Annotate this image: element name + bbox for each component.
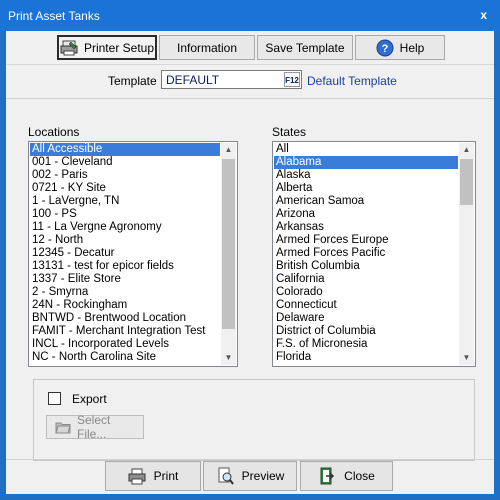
close-label: Close — [344, 469, 375, 483]
printer-setup-label: Printer Setup — [83, 40, 155, 55]
list-item[interactable]: California — [274, 273, 458, 286]
help-label: Help — [399, 40, 425, 55]
locations-scrollbar[interactable]: ▲ ▼ — [221, 143, 236, 365]
list-item[interactable]: Armed Forces Pacific — [274, 247, 458, 260]
exit-icon — [320, 467, 335, 485]
locations-scroll-thumb[interactable] — [222, 159, 235, 329]
locations-label: Locations — [28, 125, 80, 139]
svg-text:?: ? — [381, 43, 388, 55]
export-checkbox[interactable] — [48, 392, 61, 405]
list-item[interactable]: 100 - PS — [30, 208, 220, 221]
list-item[interactable]: INCL - Incorporated Levels — [30, 338, 220, 351]
list-item[interactable]: American Samoa — [274, 195, 458, 208]
list-item[interactable]: Alabama — [274, 156, 458, 169]
list-item[interactable]: 0721 - KY Site — [30, 182, 220, 195]
close-window-button[interactable]: x — [480, 8, 487, 22]
save-template-label: Save Template — [265, 40, 345, 55]
printer-setup-button[interactable]: Printer Setup — [57, 35, 157, 60]
list-item[interactable]: 2 - Smyrna — [30, 286, 220, 299]
preview-button[interactable]: Preview — [203, 461, 297, 491]
help-icon: ? — [376, 39, 394, 56]
list-item[interactable]: Alaska — [274, 169, 458, 182]
help-button[interactable]: ? Help — [355, 35, 445, 60]
template-field[interactable]: DEFAULT F12 — [161, 70, 302, 89]
select-file-label: Select File... — [77, 413, 111, 441]
select-file-button[interactable]: Select File... — [46, 413, 144, 441]
list-item[interactable]: Arkansas — [274, 221, 458, 234]
states-label: States — [272, 125, 307, 139]
export-label: Export — [72, 392, 107, 406]
list-item[interactable]: Florida — [274, 351, 458, 364]
locations-listbox[interactable]: All Accessible 001 - Cleveland 002 - Paris… — [28, 141, 238, 367]
dialog-body: Printer Setup Information Save Template … — [6, 31, 494, 494]
print-asset-tanks-window: Print Asset Tanks x Printer Setup Inform… — [0, 0, 500, 500]
list-item[interactable]: Armed Forces Europe — [274, 234, 458, 247]
f12-lookup-button[interactable]: F12 — [284, 72, 300, 87]
list-item[interactable]: NC - North Carolina Site — [30, 351, 220, 364]
preview-icon — [218, 467, 234, 485]
template-value: DEFAULT — [166, 73, 220, 87]
print-button[interactable]: Print — [105, 461, 201, 491]
list-item[interactable]: Connecticut — [274, 299, 458, 312]
list-item[interactable]: 11 - La Vergne Agronomy — [30, 221, 220, 234]
list-item[interactable]: F.S. of Micronesia — [274, 338, 458, 351]
list-item[interactable]: Colorado — [274, 286, 458, 299]
list-item[interactable]: 24N - Rockingham — [30, 299, 220, 312]
close-button[interactable]: Close — [300, 461, 393, 491]
list-item[interactable]: 12 - North — [30, 234, 220, 247]
states-scrollbar[interactable]: ▲ ▼ — [459, 143, 474, 365]
list-item[interactable]: 13131 - test for epicor fields — [30, 260, 220, 273]
list-item[interactable]: All Accessible — [30, 143, 220, 156]
template-row: Template DEFAULT F12 Default Template — [6, 70, 494, 90]
list-item[interactable]: British Columbia — [274, 260, 458, 273]
save-template-button[interactable]: Save Template — [257, 35, 353, 60]
window-title: Print Asset Tanks — [8, 9, 100, 23]
list-item[interactable]: Alberta — [274, 182, 458, 195]
list-item[interactable]: All — [274, 143, 458, 156]
footer-divider — [6, 459, 494, 460]
list-item[interactable]: BNTWD - Brentwood Location — [30, 312, 220, 325]
list-item[interactable]: District of Columbia — [274, 325, 458, 338]
print-icon — [128, 468, 146, 485]
toolbar: Printer Setup Information Save Template … — [6, 31, 494, 65]
list-item[interactable]: 1337 - Elite Store — [30, 273, 220, 286]
list-item[interactable]: 002 - Paris — [30, 169, 220, 182]
template-description: Default Template — [307, 74, 397, 88]
states-items: All Alabama Alaska Alberta American Samoa Ari… — [274, 143, 458, 365]
list-item[interactable]: 001 - Cleveland — [30, 156, 220, 169]
printer-setup-icon — [60, 40, 78, 55]
scroll-down-icon[interactable]: ▼ — [459, 351, 474, 365]
folder-icon — [55, 422, 71, 434]
scroll-down-icon[interactable]: ▼ — [221, 351, 236, 365]
title-bar[interactable]: Print Asset Tanks x — [0, 0, 500, 31]
list-item[interactable]: 12345 - Decatur — [30, 247, 220, 260]
list-item[interactable]: Delaware — [274, 312, 458, 325]
information-label: Information — [176, 40, 238, 55]
list-item[interactable]: 1 - LaVergne, TN — [30, 195, 220, 208]
scroll-up-icon[interactable]: ▲ — [459, 143, 474, 157]
export-group: Export Select File... — [33, 379, 475, 461]
list-item[interactable]: Arizona — [274, 208, 458, 221]
information-button[interactable]: Information — [159, 35, 255, 60]
divider — [6, 98, 494, 99]
states-listbox[interactable]: All Alabama Alaska Alberta American Samoa Ari… — [272, 141, 476, 367]
scroll-up-icon[interactable]: ▲ — [221, 143, 236, 157]
print-label: Print — [153, 469, 179, 483]
states-scroll-thumb[interactable] — [460, 159, 473, 205]
list-item[interactable]: FAMIT - Merchant Integration Test — [30, 325, 220, 338]
template-label: Template — [108, 74, 157, 88]
preview-label: Preview — [241, 469, 285, 483]
locations-items: All Accessible 001 - Cleveland 002 - Paris… — [30, 143, 220, 365]
